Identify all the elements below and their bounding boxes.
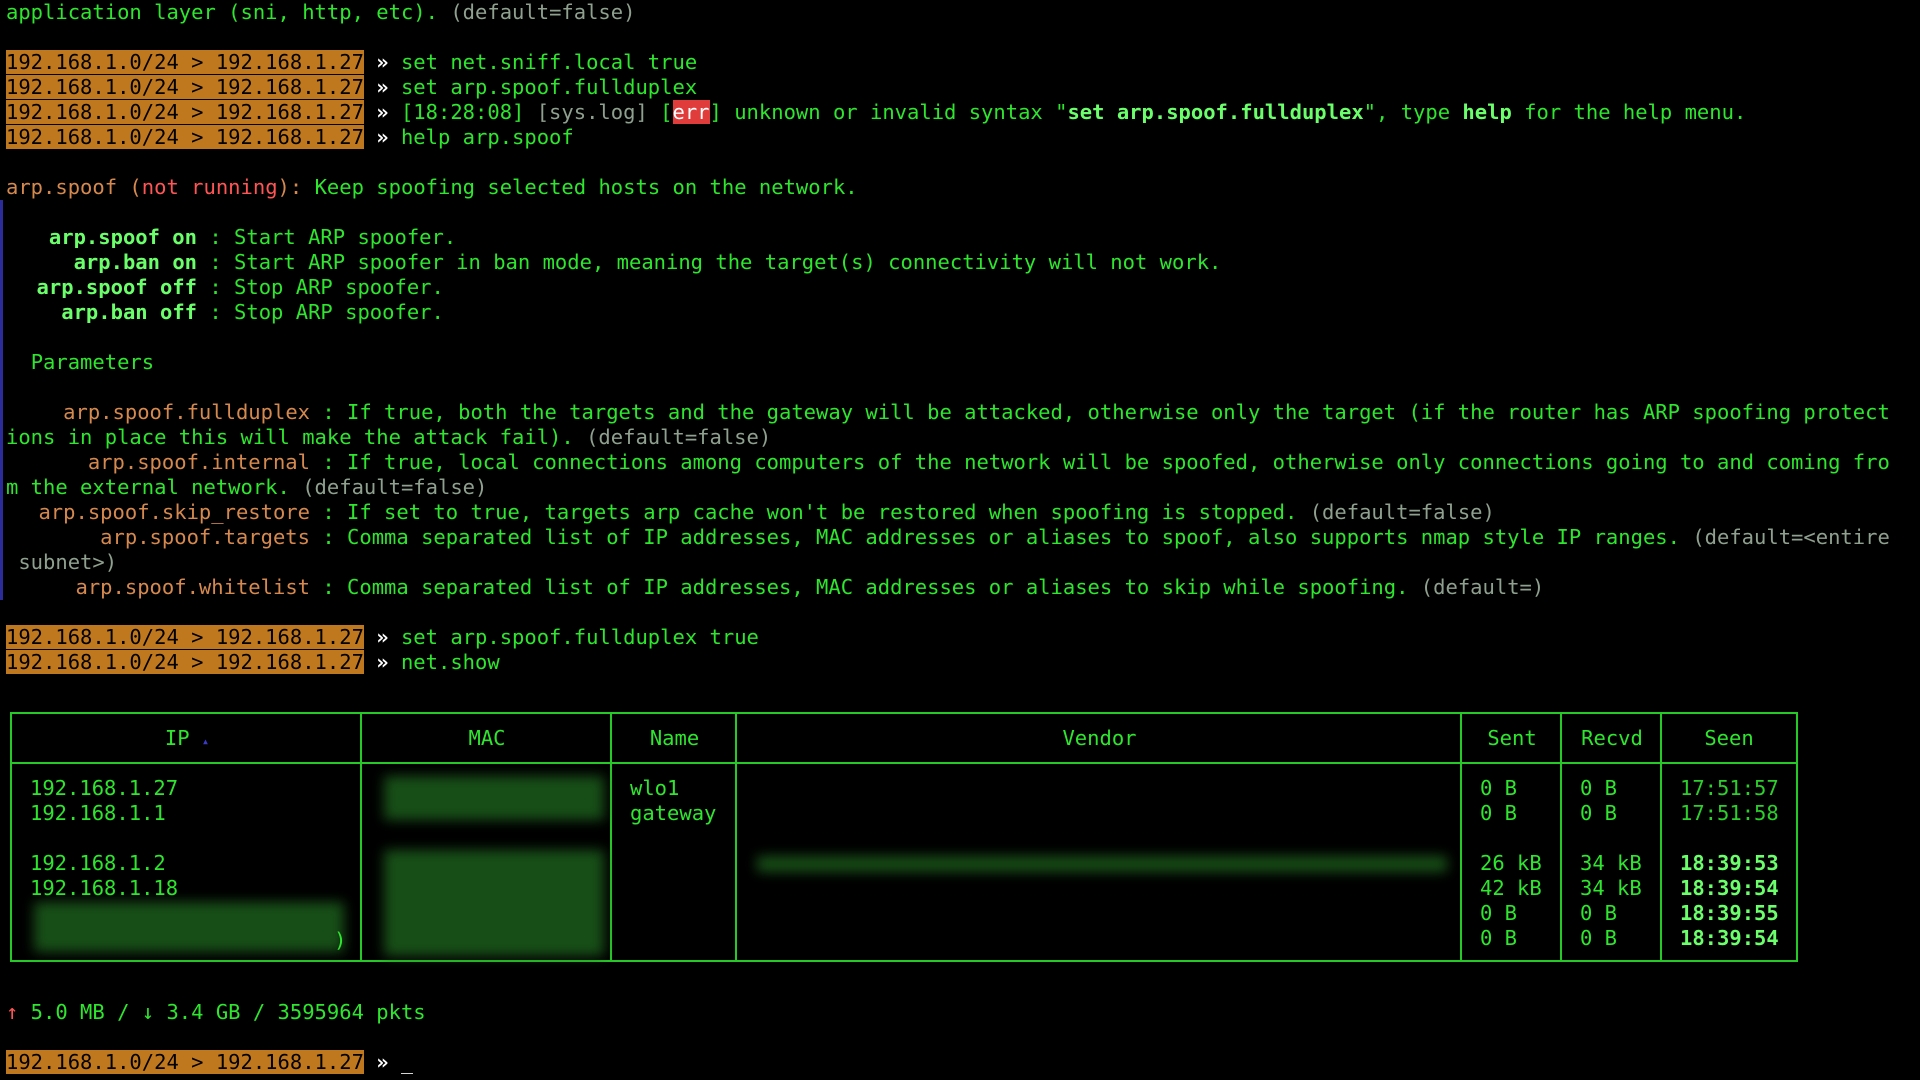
upload-arrow-icon: ↑ — [6, 1000, 19, 1024]
table-cell-recvd: 34 kB — [1580, 876, 1642, 900]
command-help: arp.ban on : Start ARP spoofer in ban mo… — [73, 250, 1222, 274]
prompt-line: 192.168.1.0/24 > 192.168.1.27 » set net.… — [6, 50, 1920, 75]
prompt: 192.168.1.0/24 > 192.168.1.27 — [6, 625, 364, 649]
table-cell-recvd: 34 kB — [1580, 851, 1642, 875]
prompt-arrow: » — [376, 1050, 389, 1074]
output-line: application layer (sni, http, etc). (def… — [6, 0, 636, 24]
cursor[interactable]: _ — [401, 1050, 413, 1074]
table-cell-sent: 26 kB — [1480, 851, 1542, 875]
sort-asc-icon: ▴ — [201, 734, 210, 748]
table-cell-seen: 17:51:57 — [1680, 776, 1779, 800]
prompt-line: 192.168.1.0/24 > 192.168.1.27 » set arp.… — [6, 625, 1920, 650]
prompt: 192.168.1.0/24 > 192.168.1.27 — [6, 75, 364, 99]
prompt: 192.168.1.0/24 > 192.168.1.27 — [6, 125, 364, 149]
active-prompt-line[interactable]: 192.168.1.0/24 > 192.168.1.27 » _ — [6, 1050, 413, 1075]
table-cell-seen: 18:39:53 — [1680, 851, 1779, 875]
table-cell-name: wlo1 — [630, 776, 680, 800]
table-cell-sent: 0 B — [1480, 801, 1518, 825]
download-arrow-icon: ↓ — [141, 1000, 155, 1024]
table-cell-ip: 192.168.1.2 — [30, 851, 166, 875]
traffic-stats: ↑ 5.0 MB / ↓ 3.4 GB / 3595964 pkts — [6, 1000, 426, 1024]
parameter-help: arp.spoof.skip_restore : If set to true,… — [38, 500, 1495, 524]
command-help: arp.ban off : Stop ARP spoofer. — [61, 300, 444, 324]
module-header: arp.spoof (not running): Keep spoofing s… — [6, 175, 858, 199]
header-sent[interactable]: Sent — [1462, 726, 1562, 750]
table-cell-recvd: 0 B — [1580, 926, 1618, 950]
table-cell-seen: 17:51:58 — [1680, 801, 1779, 825]
header-ip[interactable]: IP ▴ — [12, 726, 362, 750]
parameter-help-cont: m the external network. (default=false) — [6, 475, 488, 499]
terminal[interactable]: application layer (sni, http, etc). (def… — [0, 0, 1920, 1080]
prompt-line: 192.168.1.0/24 > 192.168.1.27 » set arp.… — [6, 75, 1920, 100]
command-help: arp.spoof on : Start ARP spoofer. — [48, 225, 457, 249]
prompt-arrow: » — [376, 650, 389, 674]
header-mac[interactable]: MAC — [362, 726, 612, 750]
table-cell-seen: 18:39:54 — [1680, 926, 1779, 950]
parameters-heading: Parameters — [30, 350, 155, 374]
table-cell-sent: 42 kB — [1480, 876, 1542, 900]
command-help: arp.spoof off : Stop ARP spoofer. — [36, 275, 444, 299]
parameter-help: arp.spoof.internal : If true, local conn… — [87, 450, 1890, 474]
parameter-help: arp.spoof.whitelist : Comma separated li… — [75, 575, 1545, 599]
prompt-line: 192.168.1.0/24 > 192.168.1.27 » help arp… — [6, 125, 1920, 150]
table-cell-recvd: 0 B — [1580, 801, 1618, 825]
parameter-help-cont: ions in place this will make the attack … — [6, 425, 772, 449]
command: help arp.spoof — [400, 125, 574, 149]
prompt-line: 192.168.1.0/24 > 192.168.1.27 » net.show — [6, 650, 1920, 675]
table-cell-sent: 0 B — [1480, 926, 1518, 950]
redacted-mac — [384, 850, 604, 956]
command: net.show — [400, 650, 500, 674]
parameter-help: arp.spoof.fullduplex : If true, both the… — [63, 400, 1890, 424]
table-cell-recvd: 0 B — [1580, 776, 1618, 800]
table-cell: ) — [334, 928, 347, 952]
parameter-help: arp.spoof.targets : Comma separated list… — [100, 525, 1890, 549]
prompt-arrow: » — [376, 125, 389, 149]
prompt: 192.168.1.0/24 > 192.168.1.27 — [6, 100, 364, 124]
header-vendor[interactable]: Vendor — [737, 726, 1462, 750]
table-cell-name: gateway — [630, 801, 717, 825]
table-cell-ip: 192.168.1.18 — [30, 876, 179, 900]
log-line: 192.168.1.0/24 > 192.168.1.27 » [18:28:0… — [6, 100, 1747, 124]
status-badge: not running — [141, 175, 278, 199]
help-block: arp.spoof on : Start ARP spoofer. arp.ba… — [0, 200, 1920, 600]
header-recvd[interactable]: Recvd — [1562, 726, 1662, 750]
prompt-arrow: » — [376, 75, 389, 99]
hosts-table: IP ▴ MAC Name Vendor Sent Recvd Seen ) 1… — [10, 712, 1798, 962]
table-cell-seen: 18:39:55 — [1680, 901, 1779, 925]
header-name[interactable]: Name — [612, 726, 737, 750]
error-badge: err — [672, 100, 710, 124]
redacted-ip — [34, 902, 344, 952]
table-cell-recvd: 0 B — [1580, 901, 1618, 925]
prompt: 192.168.1.0/24 > 192.168.1.27 — [6, 1050, 364, 1074]
command: set arp.spoof.fullduplex — [400, 75, 698, 99]
prompt: 192.168.1.0/24 > 192.168.1.27 — [6, 650, 364, 674]
prompt: 192.168.1.0/24 > 192.168.1.27 — [6, 50, 364, 74]
redacted-mac — [384, 776, 604, 820]
table-cell-ip: 192.168.1.27 — [30, 776, 179, 800]
table-cell-seen: 18:39:54 — [1680, 876, 1779, 900]
header-seen[interactable]: Seen — [1662, 726, 1796, 750]
table-cell-sent: 0 B — [1480, 901, 1518, 925]
table-cell-sent: 0 B — [1480, 776, 1518, 800]
redacted-vendor — [757, 856, 1447, 872]
command: set net.sniff.local true — [400, 50, 698, 74]
table-cell-ip: 192.168.1.1 — [30, 801, 166, 825]
prompt-arrow: » — [376, 100, 389, 124]
command: set arp.spoof.fullduplex true — [400, 625, 759, 649]
prompt-arrow: » — [376, 50, 389, 74]
prompt-arrow: » — [376, 625, 389, 649]
parameter-help-cont: subnet>) — [6, 550, 118, 574]
